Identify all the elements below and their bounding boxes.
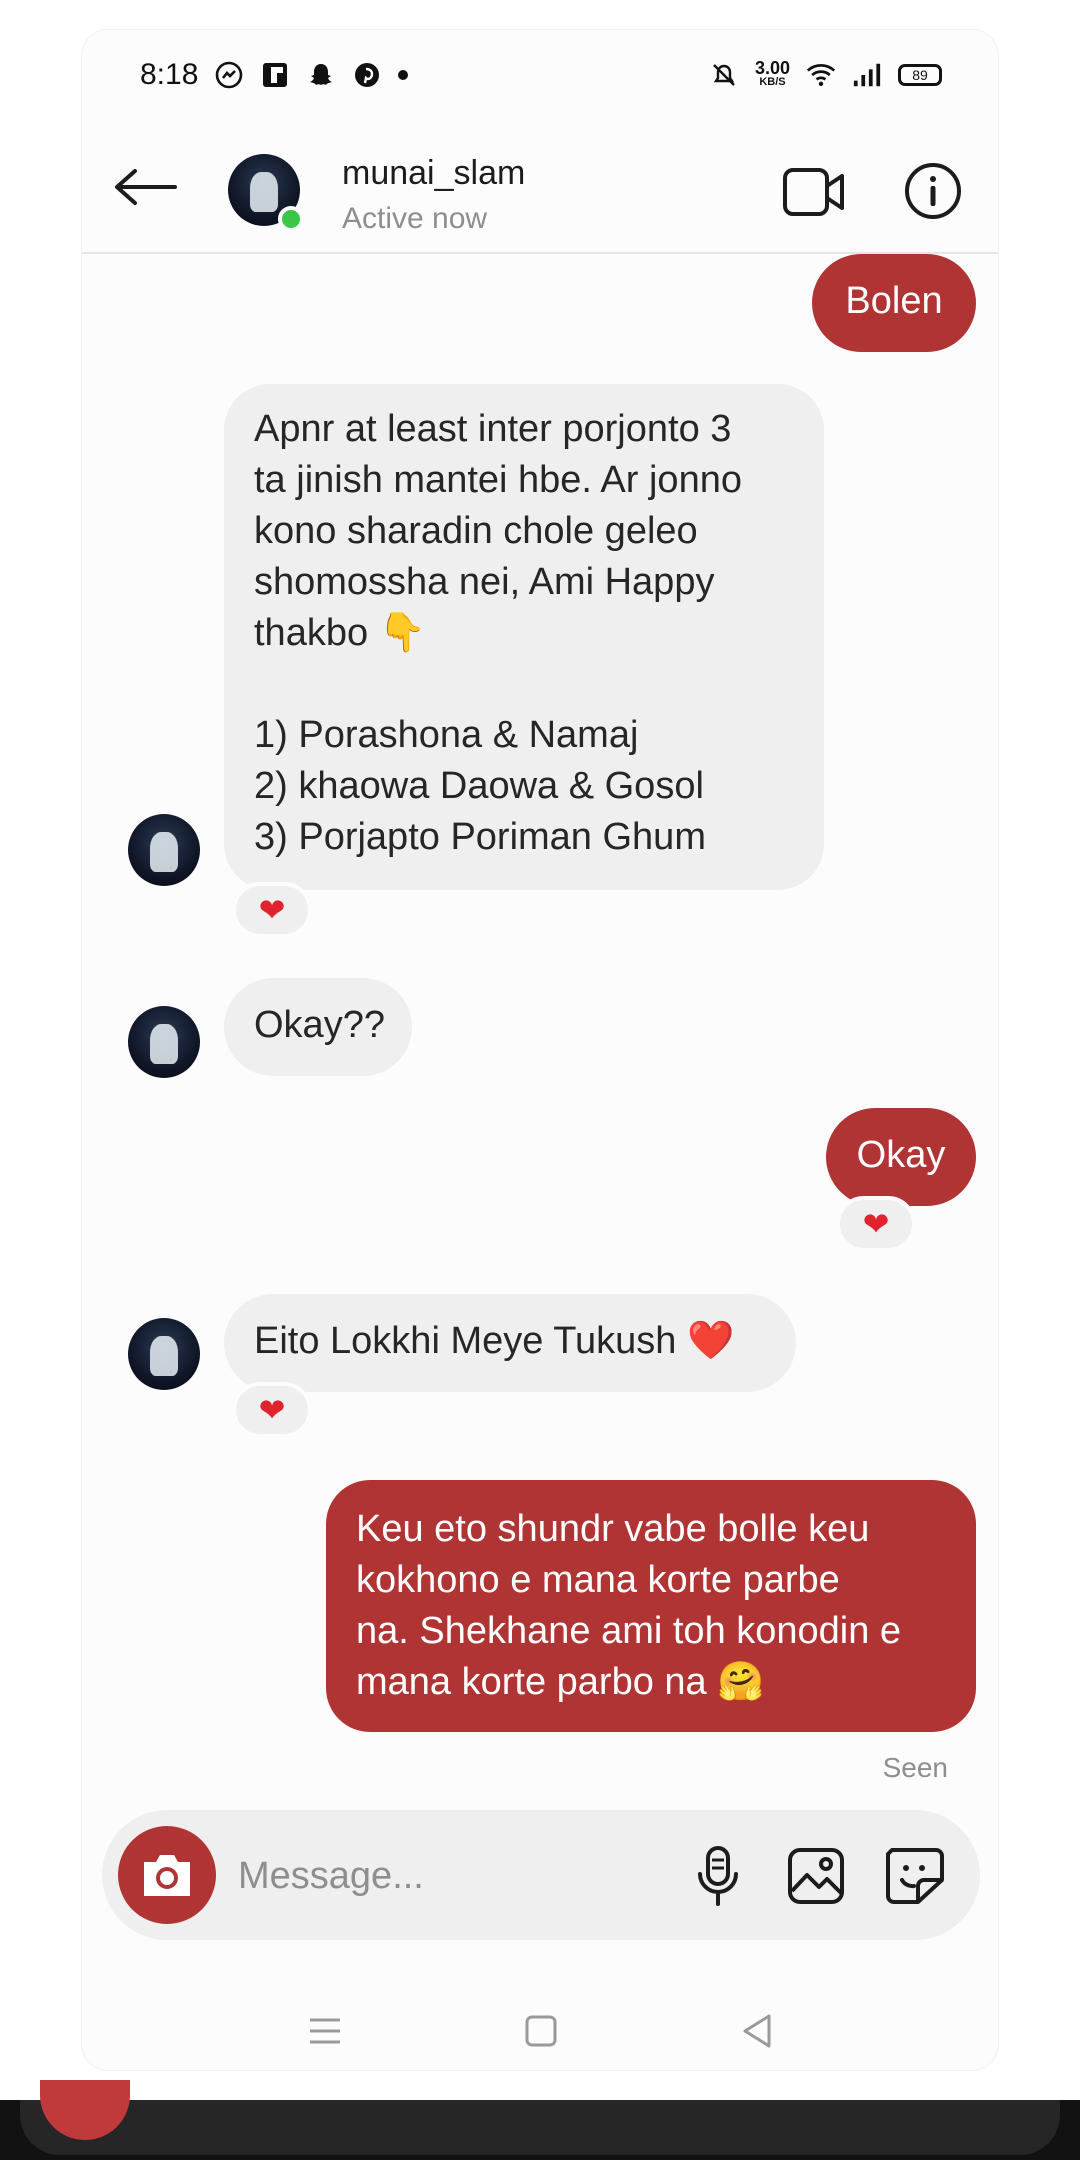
recents-button[interactable] (302, 2008, 348, 2054)
gallery-button[interactable] (784, 1844, 848, 1908)
square-icon (525, 2015, 557, 2047)
status-bar: 8:18 3.00 KB/S 89 (82, 30, 998, 120)
message-line: kono sharadin chole geleo (254, 510, 698, 552)
messenger-icon (214, 60, 244, 90)
message-line: na. Shekhane ami toh konodin e (356, 1610, 902, 1652)
net-speed: 3.00 KB/S (754, 58, 790, 89)
message-input[interactable] (236, 1840, 660, 1912)
message-line: 3) Porjapto Poriman Ghum (254, 816, 706, 858)
message-line: kokhono e mana korte parbe (356, 1559, 840, 1601)
chat-header: munai_slam Active now (82, 120, 998, 254)
status-time: 8:18 (140, 58, 199, 91)
message-line: 2) khaowa Daowa & Gosol (254, 765, 704, 807)
contact-active-status: Active now (342, 202, 488, 235)
message-incoming[interactable]: Eito Lokkhi Meye Tukush ❤️ (224, 1294, 796, 1392)
message-outgoing[interactable]: Bolen (812, 254, 976, 352)
net-speed-value: 3.00 (754, 58, 790, 78)
signal-icon (852, 60, 882, 90)
heart-icon: ❤ (258, 892, 286, 928)
heart-icon: ❤ (258, 1392, 286, 1428)
mute-icon (709, 60, 739, 90)
outer-bottom-bar (0, 2080, 1080, 2160)
sender-avatar[interactable] (128, 1318, 200, 1390)
taskbar-strip (20, 2100, 1060, 2155)
heart-icon: ❤ (862, 1206, 890, 1242)
camera-button[interactable] (118, 1826, 216, 1924)
message-line: 1) Porashona & Namaj (254, 714, 639, 756)
flipboard-icon (260, 60, 290, 90)
battery-icon: 89 (898, 64, 942, 86)
nav-back-button[interactable] (734, 2008, 780, 2054)
heart-reaction[interactable]: ❤ (836, 1196, 916, 1252)
message-text: Bolen (845, 280, 943, 322)
message-text: Okay?? (254, 1004, 385, 1046)
system-nav-bar (82, 1996, 998, 2066)
message-outgoing[interactable]: Keu eto shundr vabe bolle keu kokhono e … (326, 1480, 976, 1732)
message-composer (102, 1810, 980, 1940)
message-line: Apnr at least inter porjonto 3 (254, 408, 732, 450)
contact-username[interactable]: munai_slam (342, 154, 525, 193)
message-incoming[interactable]: Apnr at least inter porjonto 3 ta jinish… (224, 384, 824, 890)
sender-avatar[interactable] (128, 1006, 200, 1078)
sender-avatar[interactable] (128, 814, 200, 886)
video-camera-icon (783, 168, 844, 216)
info-button[interactable] (904, 162, 962, 220)
image-icon (788, 1848, 844, 1904)
triangle-back-icon (743, 2014, 771, 2048)
wifi-icon (806, 60, 836, 90)
message-line: ta jinish mantei hbe. Ar jonno (254, 459, 742, 501)
sticker-icon (886, 1848, 944, 1904)
camera-icon (144, 1855, 190, 1896)
battery-level: 89 (912, 67, 928, 83)
message-outgoing[interactable]: Okay (826, 1108, 976, 1206)
net-speed-unit: KB/S (759, 76, 786, 88)
snapchat-icon (306, 60, 336, 90)
online-status-dot (278, 206, 304, 232)
phone-screen: 8:18 3.00 KB/S 89 munai_slam Active now … (82, 30, 998, 2070)
message-line: shomossha nei, Ami Happy (254, 561, 715, 603)
heart-reaction[interactable]: ❤ (232, 1382, 312, 1438)
video-call-button[interactable] (782, 164, 846, 220)
message-text: Eito Lokkhi Meye Tukush ❤️ (254, 1320, 735, 1362)
pinterest-icon (352, 60, 382, 90)
more-notifications-dot (398, 70, 409, 80)
message-incoming[interactable]: Okay?? (224, 978, 412, 1076)
message-line: mana korte parbo na 🤗 (356, 1661, 765, 1703)
back-button[interactable] (110, 152, 180, 222)
home-button[interactable] (518, 2008, 564, 2054)
menu-icon (310, 2018, 340, 2044)
sticker-button[interactable] (882, 1844, 946, 1908)
info-icon (905, 163, 961, 219)
voice-message-button[interactable] (686, 1844, 750, 1908)
message-line: thakbo 👇 (254, 612, 426, 654)
seen-label: Seen (882, 1752, 948, 1783)
back-arrow-icon (115, 169, 177, 205)
message-text: Okay (856, 1134, 946, 1176)
message-line: Keu eto shundr vabe bolle keu (356, 1508, 870, 1550)
microphone-icon (698, 1846, 738, 1906)
heart-reaction[interactable]: ❤ (232, 882, 312, 938)
